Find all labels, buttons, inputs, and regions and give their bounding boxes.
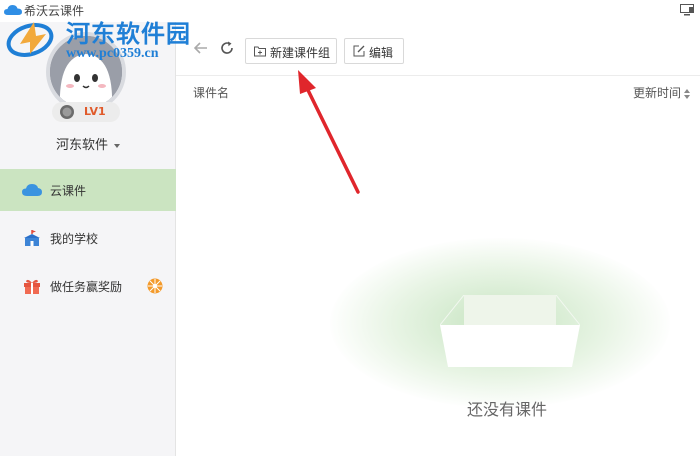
- column-header-updated-time[interactable]: 更新时间: [633, 84, 690, 101]
- sort-icon: [684, 88, 690, 99]
- watermark-url: www.pc0359.cn: [66, 46, 159, 61]
- username-dropdown[interactable]: 河东软件: [0, 134, 176, 153]
- sidebar-item-label: 云课件: [50, 184, 87, 198]
- annotation-arrow-icon: [298, 70, 360, 194]
- edit-button[interactable]: 编辑: [344, 38, 404, 64]
- window-layout-icon[interactable]: [680, 4, 694, 16]
- sidebar-item-label: 我的学校: [50, 232, 99, 246]
- sidebar-item-tasks-rewards[interactable]: 做任务赢奖励: [0, 265, 176, 307]
- table-header: 课件名 更新时间: [176, 76, 700, 106]
- refresh-icon[interactable]: [220, 41, 234, 55]
- username: 河东软件: [55, 138, 108, 153]
- caret-down-icon: [114, 143, 120, 148]
- sidebar-item-label: 做任务赢奖励: [50, 280, 123, 294]
- app-window: 希沃云课件 LV1 河东软件 云课件 我的学校 做任务赢奖励 河东软件园 www…: [0, 0, 700, 456]
- school-icon: [24, 230, 40, 246]
- folder-add-icon: [254, 46, 266, 57]
- level-label: LV1: [84, 105, 106, 118]
- new-courseware-group-button[interactable]: 新建课件组: [245, 38, 337, 64]
- badge-icon: [147, 278, 163, 294]
- watermark-logo-icon: [6, 22, 54, 57]
- edit-icon: [353, 45, 365, 57]
- toolbar: 新建课件组 编辑: [176, 22, 700, 76]
- edit-label: 编辑: [369, 46, 394, 60]
- sidebar: LV1 河东软件 云课件 我的学校 做任务赢奖励: [0, 22, 176, 456]
- column-header-name[interactable]: 课件名: [193, 84, 229, 101]
- column-header-label: 更新时间: [632, 86, 681, 100]
- sidebar-item-cloud-courseware[interactable]: 云课件: [0, 169, 176, 211]
- back-arrow-icon[interactable]: [194, 42, 208, 54]
- gift-icon: [24, 279, 40, 294]
- empty-box-icon: [440, 295, 580, 367]
- empty-state-message: 还没有课件: [466, 400, 547, 419]
- sidebar-item-my-school[interactable]: 我的学校: [0, 217, 176, 259]
- medal-icon: [60, 105, 74, 119]
- watermark-title: 河东软件园: [66, 19, 191, 48]
- level-badge: LV1: [52, 102, 120, 122]
- new-courseware-group-label: 新建课件组: [270, 46, 331, 60]
- cloud-icon: [22, 184, 42, 196]
